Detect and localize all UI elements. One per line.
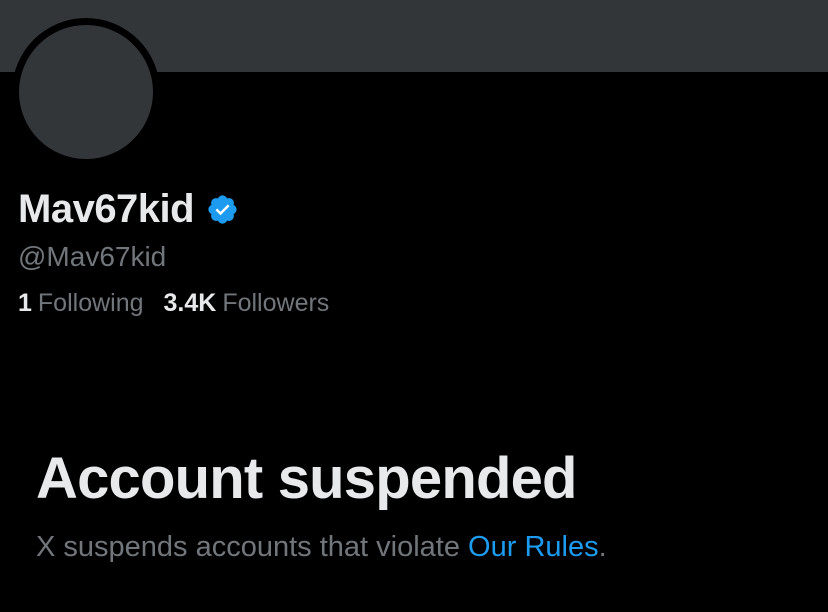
suspended-title: Account suspended [36,446,577,511]
display-name-row: Mav67kid [18,186,239,232]
followers-label: Followers [222,289,330,317]
suspended-description-text: X suspends accounts that violate [36,531,469,563]
followers-stat[interactable]: 3.4K Followers [164,287,330,319]
suspended-description-suffix: . [598,531,607,563]
following-label: Following [37,289,144,317]
suspended-description: X suspends accounts that violate Our Rul… [36,528,607,566]
profile-handle: @Mav67kid [18,241,167,272]
following-count: 1 [18,289,32,317]
our-rules-link[interactable]: Our Rules [468,531,599,563]
verified-badge-icon[interactable] [206,193,239,226]
avatar-placeholder [19,25,153,159]
profile-stats: 1 Following 3.4K Followers [18,287,349,319]
followers-count: 3.4K [163,289,217,317]
avatar[interactable] [12,18,160,166]
display-name: Mav67kid [18,187,195,231]
following-stat[interactable]: 1 Following [18,287,144,319]
profile-page: Mav67kid @Mav67kid 1 Following 3.4K Foll… [0,0,828,612]
